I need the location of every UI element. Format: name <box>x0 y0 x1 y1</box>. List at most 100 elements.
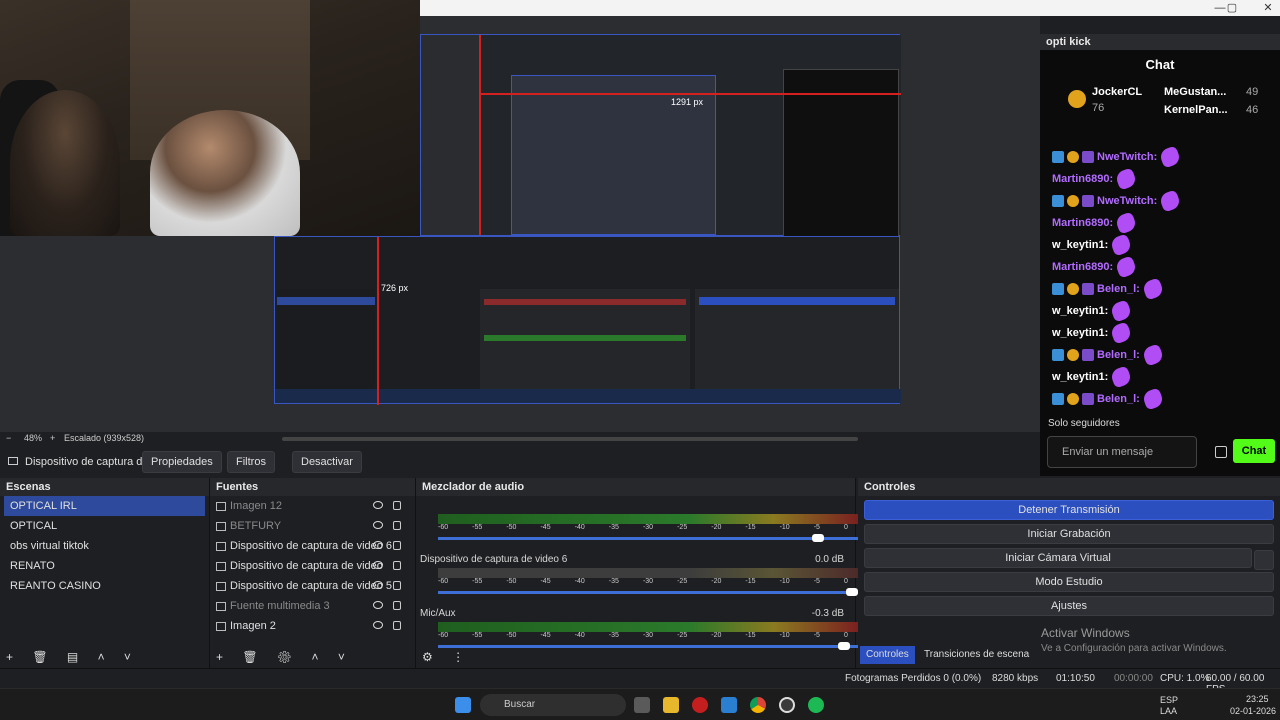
chat-message: w_keytin1: <box>1052 299 1133 323</box>
source-item[interactable]: Fuente multimedia 3 <box>210 596 415 616</box>
visibility-eye-icon[interactable] <box>373 601 383 609</box>
properties-button[interactable]: Propiedades <box>142 451 222 473</box>
settings-icon[interactable] <box>1215 446 1227 458</box>
chat-username[interactable]: w_keytin1: <box>1052 239 1108 251</box>
lock-icon[interactable] <box>393 501 401 510</box>
source-type-icon <box>216 601 226 611</box>
tab-transitions[interactable]: Transiciones de escena <box>918 646 1035 664</box>
scenes-toolbar[interactable]: + 🗑 ▤ ˄ ˅ <box>6 650 139 664</box>
clock-date[interactable]: 02-01-2026 <box>1230 706 1276 716</box>
stream-time: 01:10:50 <box>1056 673 1095 684</box>
task-view-icon[interactable] <box>634 697 650 713</box>
lock-icon[interactable] <box>393 601 401 610</box>
visibility-eye-icon[interactable] <box>373 581 383 589</box>
source-item[interactable]: Imagen 2 <box>210 616 415 636</box>
meter-tick: -15 <box>745 578 756 585</box>
scene-item[interactable]: OPTICAL <box>4 516 205 536</box>
scene-item[interactable]: OPTICAL IRL <box>4 496 205 516</box>
visibility-eye-icon[interactable] <box>373 521 383 529</box>
source-item[interactable]: Dispositivo de captura de video <box>210 556 415 576</box>
windows-start-icon[interactable] <box>455 697 471 713</box>
volume-slider[interactable] <box>438 534 858 542</box>
chat-username[interactable]: NweTwitch: <box>1097 151 1157 163</box>
source-item[interactable]: BETFURY <box>210 516 415 536</box>
volume-slider-knob[interactable] <box>837 642 850 650</box>
nested-dim-v: 726 px <box>381 283 409 293</box>
close-button[interactable]: ✕ <box>1256 0 1280 16</box>
source-item[interactable]: Dispositivo de captura de video 6 <box>210 536 415 556</box>
mixer-channel: -60 -55 -50 -45 -40 -35 -30 -25 -20 -15 -10 -5 0 <box>420 500 858 542</box>
scene-item[interactable]: REANTO CASINO <box>4 576 205 596</box>
obs-icon[interactable] <box>779 697 795 713</box>
lock-icon[interactable] <box>393 621 401 630</box>
subscriber-badge-icon <box>1067 283 1079 295</box>
chat-username[interactable]: w_keytin1: <box>1052 305 1108 317</box>
deactivate-button[interactable]: Desactivar <box>292 451 362 473</box>
volume-slider-knob[interactable] <box>812 534 825 542</box>
start-virtual-camera-button[interactable]: Iniciar Cámara Virtual <box>864 548 1252 568</box>
dropped-frames: Fotogramas Perdidos 0 (0.0%) <box>845 673 982 684</box>
source-type-icon <box>216 581 226 591</box>
language-code[interactable]: ESP <box>1160 695 1178 705</box>
chat-username[interactable]: w_keytin1: <box>1052 371 1108 383</box>
zoom-in-button[interactable]: + <box>50 433 55 443</box>
emote-icon <box>1114 211 1138 235</box>
gear-icon[interactable] <box>1254 550 1274 570</box>
chat-username[interactable]: Martin6890: <box>1052 217 1113 229</box>
volume-slider[interactable] <box>438 588 858 596</box>
chat-message: Martin6890: <box>1052 255 1138 279</box>
chat-username[interactable]: w_keytin1: <box>1052 327 1108 339</box>
meter-tick: -50 <box>506 524 517 531</box>
start-recording-button[interactable]: Iniciar Grabación <box>864 524 1274 544</box>
taskbar-search[interactable]: Buscar <box>480 694 626 716</box>
chat-username[interactable]: NweTwitch: <box>1097 195 1157 207</box>
chrome-icon[interactable] <box>750 697 766 713</box>
volume-slider-knob[interactable] <box>846 588 858 596</box>
keyboard-layout[interactable]: LAA <box>1160 706 1177 716</box>
facebook-icon[interactable] <box>721 697 737 713</box>
chat-username[interactable]: Martin6890: <box>1052 261 1113 273</box>
source-item[interactable]: Imagen 12 <box>210 496 415 516</box>
source-label: Imagen 12 <box>230 500 282 512</box>
meter-tick: -5 <box>813 524 820 531</box>
lock-icon[interactable] <box>393 561 401 570</box>
maximize-button[interactable]: ▢ <box>1220 0 1244 16</box>
scene-item[interactable]: obs virtual tiktok <box>4 536 205 556</box>
meter-tick: -40 <box>574 524 585 531</box>
volume-slider[interactable] <box>438 642 858 650</box>
settings-button[interactable]: Ajustes <box>864 596 1274 616</box>
visibility-eye-icon[interactable] <box>373 541 383 549</box>
chat-dock-title: opti kick <box>1040 34 1280 50</box>
lock-icon[interactable] <box>393 541 401 550</box>
chat-username[interactable]: Martin6890: <box>1052 173 1113 185</box>
spotify-icon[interactable] <box>808 697 824 713</box>
scene-item[interactable]: RENATO <box>4 556 205 576</box>
lock-icon[interactable] <box>393 521 401 530</box>
zoom-out-button[interactable]: − <box>6 433 11 443</box>
horizontal-scrollbar[interactable] <box>282 437 858 441</box>
filters-button[interactable]: Filtros <box>227 451 275 473</box>
chat-username[interactable]: Belen_l: <box>1097 283 1140 295</box>
visibility-eye-icon[interactable] <box>373 561 383 569</box>
trophy-icon <box>1068 90 1086 108</box>
stop-stream-button[interactable]: Detener Transmisión <box>864 500 1274 520</box>
clock-time[interactable]: 23:25 <box>1246 694 1269 704</box>
visibility-eye-icon[interactable] <box>373 501 383 509</box>
mixer-toolbar[interactable]: ⚙ ⋮ <box>422 650 472 664</box>
cpu-usage: CPU: 1.0% <box>1160 673 1210 684</box>
opera-icon[interactable] <box>692 697 708 713</box>
sources-toolbar[interactable]: + 🗑 ⚙ ˄ ˅ <box>216 650 353 664</box>
chat-send-button[interactable]: Chat <box>1233 439 1275 463</box>
visibility-eye-icon[interactable] <box>373 621 383 629</box>
meter-tick: -50 <box>506 632 517 639</box>
nested-capture-top: 1291 px <box>420 34 901 269</box>
source-item[interactable]: Dispositivo de captura de video 5 <box>210 576 415 596</box>
scale-dropdown[interactable]: Escalado (939x528) <box>64 433 144 443</box>
tab-controls[interactable]: Controles <box>860 646 915 664</box>
file-explorer-icon[interactable] <box>663 697 679 713</box>
chat-input[interactable]: Enviar un mensaje <box>1047 436 1197 468</box>
chat-username[interactable]: Belen_l: <box>1097 349 1140 361</box>
studio-mode-button[interactable]: Modo Estudio <box>864 572 1274 592</box>
lock-icon[interactable] <box>393 581 401 590</box>
chat-username[interactable]: Belen_l: <box>1097 393 1140 405</box>
